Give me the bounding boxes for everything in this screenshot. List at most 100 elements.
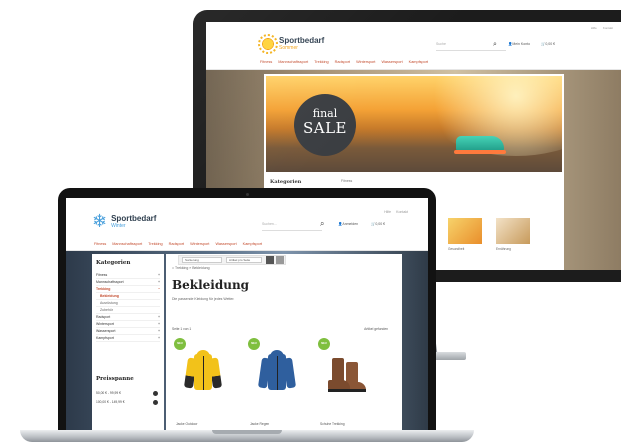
desktop-nav-item[interactable]: Mannschaftssport bbox=[278, 60, 308, 64]
sidebar-item-label: Ausrüstung bbox=[100, 301, 118, 305]
desktop-cart-link[interactable]: 🛒0,00 € bbox=[541, 42, 555, 46]
price-range-count-icon bbox=[153, 390, 158, 396]
laptop-nav-item[interactable]: Kampfsport bbox=[243, 242, 262, 246]
sidebar-item-label: Bekleidung bbox=[100, 294, 119, 298]
laptop-account-label: Anmelden bbox=[342, 222, 359, 226]
desktop-nav-item[interactable]: Fitness bbox=[260, 60, 272, 64]
product-card[interactable]: NEU Schuhe Trekking bbox=[316, 338, 372, 426]
desktop-search-icon[interactable]: ⌕ bbox=[493, 41, 497, 49]
sidebar-title: Kategorien bbox=[96, 260, 131, 266]
laptop-cart-link[interactable]: 🛒0,00 € bbox=[371, 222, 385, 226]
new-badge: NEU bbox=[318, 338, 330, 350]
desktop-account-link[interactable]: 👤Mein Konto bbox=[508, 42, 530, 46]
product-card[interactable]: NEU Jacke Regen bbox=[246, 338, 302, 426]
desktop-breadcrumb[interactable]: Fitness bbox=[341, 179, 352, 183]
desktop-cart-total: 0,00 € bbox=[545, 42, 556, 46]
sun-logo-icon bbox=[258, 34, 278, 54]
sidebar-item-active[interactable]: Trekking − bbox=[96, 286, 160, 293]
price-range-label: 50,00 € - 99,99 € bbox=[96, 391, 121, 395]
sidebar-subitem[interactable]: Zubehör bbox=[96, 307, 160, 314]
desktop-nav-item[interactable]: Trekking bbox=[314, 60, 328, 64]
laptop-brand-sub: Winter bbox=[111, 222, 126, 229]
laptop-account-link[interactable]: 👤Anmelden bbox=[338, 222, 358, 226]
price-range-count-icon bbox=[153, 399, 158, 405]
sidebar-item[interactable]: Fitness + bbox=[96, 272, 160, 279]
laptop-nav-item[interactable]: Fitness bbox=[94, 242, 106, 246]
product-name[interactable]: Jacke Regen bbox=[250, 422, 269, 426]
laptop-screen: Hilfe Kontakt ❄ Sportbedarf Winter Suche… bbox=[66, 198, 428, 430]
desktop-nav-item[interactable]: Radsport bbox=[335, 60, 350, 64]
breadcrumb[interactable]: ⌂ Trekking » Bekleidung bbox=[172, 266, 210, 270]
category-list: Fitness + Mannschaftssport + Trekking − Bek… bbox=[96, 272, 160, 342]
desktop-nav-item[interactable]: Wintersport bbox=[356, 60, 375, 64]
pagination-info: Seite 1 von 1 bbox=[172, 327, 192, 331]
per-page-select[interactable]: Artikel pro Seite bbox=[226, 257, 262, 263]
desktop-category-thumb[interactable] bbox=[448, 218, 482, 244]
desktop-nav-item[interactable]: Wassersport bbox=[381, 60, 402, 64]
sidebar-item-label: Mannschaftssport bbox=[96, 280, 124, 284]
expand-icon[interactable]: + bbox=[158, 315, 160, 319]
product-card[interactable]: NEU Jacke Outdoor bbox=[172, 338, 228, 426]
expand-icon[interactable]: + bbox=[158, 336, 160, 340]
desktop-categories-heading: Kategorien bbox=[270, 179, 302, 185]
laptop-nav-item[interactable]: Trekking bbox=[148, 242, 162, 246]
sidebar-item-label: Kampfsport bbox=[96, 336, 114, 340]
category-listing: ⌂ Trekking » Bekleidung Bekleidung Die p… bbox=[166, 254, 402, 430]
laptop-nav-item[interactable]: Wassersport bbox=[215, 242, 236, 246]
expand-icon[interactable]: + bbox=[158, 280, 160, 284]
sale-badge: final SALE bbox=[294, 94, 356, 156]
laptop-search-icon[interactable]: ⌕ bbox=[320, 219, 324, 229]
laptop-cart-total: 0,00 € bbox=[375, 222, 386, 226]
sidebar-item-label: Wintersport bbox=[96, 322, 114, 326]
desktop-brand-sub: Sommer bbox=[279, 45, 298, 51]
expand-icon[interactable]: + bbox=[158, 329, 160, 333]
laptop-search-input[interactable]: Suchen... bbox=[262, 222, 322, 231]
sidebar-subitem[interactable]: Ausrüstung bbox=[96, 300, 160, 307]
sidebar-item-label: Zubehör bbox=[100, 308, 114, 312]
desktop-account-label: Mein Konto bbox=[512, 42, 531, 46]
product-image-boots[interactable] bbox=[326, 358, 366, 396]
laptop-nav-item[interactable]: Mannschaftssport bbox=[112, 242, 142, 246]
product-name[interactable]: Schuhe Trekking bbox=[320, 422, 345, 426]
sidebar-item[interactable]: Wintersport + bbox=[96, 321, 160, 328]
desktop-help-link[interactable]: Hilfe bbox=[591, 26, 597, 30]
laptop-main-nav: Fitness Mannschaftssport Trekking Radspo… bbox=[94, 242, 262, 246]
desktop-logo[interactable]: Sportbedarf Sommer bbox=[258, 34, 324, 54]
scene: Hilfe Kontakt Sportbedarf Sommer Suche ⌕… bbox=[0, 0, 621, 447]
desktop-main-nav: Fitness Mannschaftssport Trekking Radspo… bbox=[260, 60, 428, 64]
laptop-camera bbox=[246, 193, 249, 196]
sidebar-item-label: Fitness bbox=[96, 273, 108, 277]
product-name[interactable]: Jacke Outdoor bbox=[176, 422, 197, 426]
desktop-contact-link[interactable]: Kontakt bbox=[603, 26, 613, 30]
page-title: Bekleidung bbox=[172, 278, 250, 292]
laptop-contact-link[interactable]: Kontakt bbox=[396, 210, 408, 214]
desktop-category-label: Gesundheit bbox=[448, 247, 465, 251]
laptop-help-link[interactable]: Hilfe bbox=[384, 210, 391, 214]
snowflake-logo-icon: ❄ bbox=[92, 211, 108, 231]
category-description: Die passende Kleidung für jedes Wetter. bbox=[172, 297, 235, 301]
sidebar-item[interactable]: Mannschaftssport + bbox=[96, 279, 160, 286]
expand-icon[interactable]: + bbox=[158, 322, 160, 326]
list-view-icon[interactable] bbox=[276, 256, 284, 264]
sidebar-item[interactable]: Kampfsport + bbox=[96, 335, 160, 342]
sort-select[interactable]: Sortierung bbox=[182, 257, 222, 263]
price-range-option[interactable]: 100,00 € - 149,99 € bbox=[96, 399, 158, 405]
breadcrumb-path: Trekking » Bekleidung bbox=[175, 266, 210, 270]
desktop-category-thumb[interactable] bbox=[496, 218, 530, 244]
laptop-nav-item[interactable]: Wintersport bbox=[190, 242, 209, 246]
product-image-yellow-jacket[interactable] bbox=[183, 350, 223, 396]
new-badge: NEU bbox=[174, 338, 186, 350]
grid-view-icon[interactable] bbox=[266, 256, 274, 264]
desktop-nav-item[interactable]: Kampfsport bbox=[409, 60, 428, 64]
laptop-nav-item[interactable]: Radsport bbox=[169, 242, 184, 246]
price-range-option[interactable]: 50,00 € - 99,99 € bbox=[96, 390, 158, 396]
sidebar-subitem-active[interactable]: Bekleidung bbox=[96, 293, 160, 300]
price-filter-title: Preisspanne bbox=[96, 376, 134, 382]
laptop-logo[interactable]: ❄ Sportbedarf Winter bbox=[92, 212, 156, 230]
collapse-icon[interactable]: − bbox=[158, 287, 160, 291]
sidebar-item[interactable]: Radsport + bbox=[96, 314, 160, 321]
desktop-sale-banner[interactable]: final SALE bbox=[266, 76, 562, 172]
product-image-blue-jacket[interactable] bbox=[257, 350, 297, 396]
expand-icon[interactable]: + bbox=[158, 273, 160, 277]
sidebar-item[interactable]: Wassersport + bbox=[96, 328, 160, 335]
